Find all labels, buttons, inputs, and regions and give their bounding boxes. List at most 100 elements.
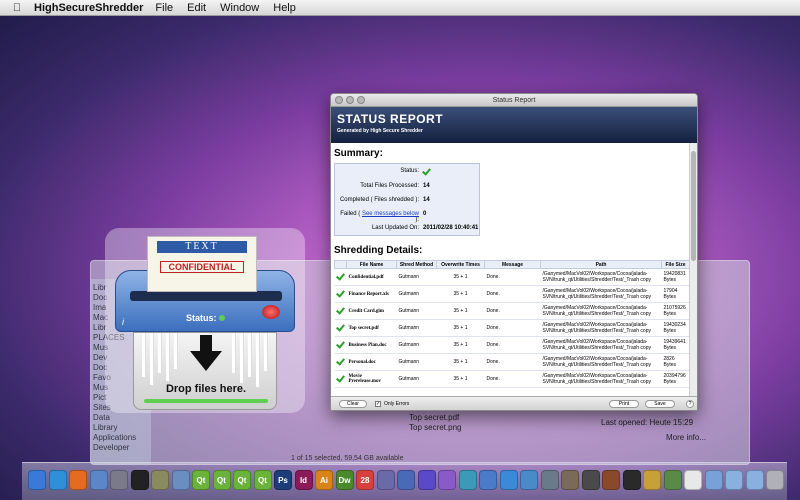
col-path[interactable]: Path — [540, 260, 662, 269]
qt-icon[interactable]: Qt — [253, 470, 272, 490]
app-icon[interactable] — [417, 470, 436, 490]
terminal-icon[interactable] — [130, 470, 149, 490]
editor-icon[interactable] — [151, 470, 169, 490]
report-titlebar[interactable]: Status Report — [331, 94, 697, 107]
app-icon[interactable] — [704, 470, 723, 490]
finder-file-top-secret-pdf[interactable]: Top secret.pdf — [409, 413, 459, 422]
app-icon[interactable] — [561, 470, 579, 490]
safari-icon[interactable] — [48, 470, 67, 490]
scrollbar-thumb[interactable] — [691, 151, 696, 261]
help-button[interactable]: ? — [686, 400, 694, 408]
close-icon[interactable] — [335, 96, 343, 104]
app-icon[interactable] — [540, 470, 559, 490]
itunes-icon[interactable] — [499, 470, 518, 490]
table-row[interactable]: Top secret.pdf Gutmann 35 + 1 Done./Ganymed… — [334, 319, 689, 337]
table-row[interactable]: Confidential.pdf Gutmann 35 + 1 Done./Ganym… — [334, 268, 689, 286]
cell-overwrite-times: 35 + 1 — [436, 285, 485, 303]
cell-path: /Ganymed/MacVol02/Workspace/Cocoa/jalada… — [540, 268, 662, 286]
report-scrollbar[interactable] — [689, 143, 697, 396]
app-icon[interactable] — [479, 470, 497, 490]
system-icon[interactable] — [110, 470, 128, 490]
col-message[interactable]: Message — [484, 260, 541, 269]
dock: Qt Qt Qt Qt Ps Id Ai Dw 28 — [22, 462, 787, 500]
cell-file-size: 20394796 Bytes — [661, 370, 689, 388]
app-icon[interactable] — [602, 470, 620, 490]
xcode-icon[interactable] — [171, 470, 190, 490]
finder-sidebar-item[interactable]: Library — [93, 423, 117, 432]
photoshop-icon[interactable]: Ps — [274, 470, 292, 490]
menu-help[interactable]: Help — [273, 2, 296, 14]
indesign-icon[interactable]: Id — [294, 470, 313, 490]
only-errors-checkbox[interactable]: ✓ — [375, 401, 381, 407]
qt-icon[interactable]: Qt — [233, 470, 251, 490]
table-row[interactable]: Credit Card.gim Gutmann 35 + 1 Done./Ganyme… — [334, 302, 689, 320]
calendar-icon[interactable]: 28 — [356, 470, 374, 490]
cell-shred-method: Gutmann — [396, 336, 437, 354]
finder-more-info[interactable]: More info... — [666, 433, 706, 442]
app-icon[interactable] — [643, 470, 661, 490]
summary-updated-label: Last Updated On: — [371, 225, 419, 231]
finder-sidebar-item[interactable]: Data — [93, 413, 110, 422]
shredder-drop-target[interactable]: Status: i TEXT CONFIDENTIAL Drop files h… — [115, 236, 295, 410]
app-icon[interactable] — [581, 470, 600, 490]
clear-button[interactable]: Clear — [339, 400, 367, 408]
finder-icon[interactable] — [28, 470, 46, 490]
trash-icon[interactable] — [766, 470, 784, 490]
check-icon — [337, 358, 346, 365]
app-icon[interactable] — [663, 470, 682, 490]
menu-edit[interactable]: Edit — [187, 2, 206, 14]
table-row[interactable]: Finance Report.xls Gutmann 35 + 1 Done./Gan… — [334, 285, 689, 303]
menu-app-name[interactable]: HighSecureShredder — [34, 2, 143, 14]
finder-sidebar-item[interactable]: Developer — [93, 443, 129, 452]
cell-overwrite-times: 35 + 1 — [436, 336, 485, 354]
cell-overwrite-times: 35 + 1 — [436, 353, 485, 371]
col-file-name[interactable]: File Name — [346, 260, 397, 269]
table-row[interactable]: Business Plan.doc Gutmann 35 + 1 Done./Gany… — [334, 336, 689, 354]
app-icon[interactable] — [376, 470, 395, 490]
report-content[interactable]: Summary: Status: Total Files Processed: … — [331, 143, 689, 396]
save-button[interactable]: Save — [645, 400, 675, 408]
status-led-icon — [219, 315, 225, 321]
cell-message: Done. — [484, 268, 541, 286]
menu-file[interactable]: File — [155, 2, 173, 14]
app-icon[interactable] — [458, 470, 477, 490]
app-icon[interactable] — [438, 470, 456, 490]
qt-icon[interactable]: Qt — [192, 470, 210, 490]
firefox-icon[interactable] — [69, 470, 87, 490]
col-shred-method[interactable]: Shred Method — [396, 260, 437, 269]
app-icon[interactable] — [684, 470, 702, 490]
menu-window[interactable]: Window — [220, 2, 259, 14]
finder-file-top-secret-png[interactable]: Top secret.png — [409, 423, 461, 432]
finder-sidebar-item[interactable]: Applications — [93, 433, 136, 442]
zoom-icon[interactable] — [357, 96, 365, 104]
check-icon — [337, 375, 346, 382]
app-icon[interactable] — [622, 470, 641, 490]
app-icon[interactable] — [397, 470, 415, 490]
cell-message: Done. — [484, 336, 541, 354]
app-icon[interactable] — [520, 470, 538, 490]
illustrator-icon[interactable]: Ai — [315, 470, 333, 490]
shred-button[interactable] — [262, 305, 280, 319]
cell-path: /Ganymed/MacVol02/Workspace/Cocoa/jalada… — [540, 285, 662, 303]
print-button[interactable]: Print — [609, 400, 639, 408]
cell-path: /Ganymed/MacVol02/Workspace/Cocoa/jalada… — [540, 336, 662, 354]
table-row[interactable]: Movie Prerelease.mov Gutmann 35 + 1 Done./G… — [334, 370, 689, 388]
dreamweaver-icon[interactable]: Dw — [335, 470, 354, 490]
info-icon[interactable]: i — [122, 317, 124, 327]
col-file-size[interactable]: File Size — [661, 260, 689, 269]
mail-icon[interactable] — [89, 470, 108, 490]
table-row[interactable]: Personal.doc Gutmann 35 + 1 Done./Ganymed/M… — [334, 353, 689, 371]
paper-stamp: CONFIDENTIAL — [160, 261, 244, 273]
apple-icon[interactable]:  — [6, 2, 28, 14]
summary-updated-value: 2011/02/28 10:40:41 — [423, 225, 479, 231]
see-messages-link[interactable]: See messages below — [362, 211, 419, 217]
folder-icon[interactable] — [745, 470, 764, 490]
col-overwrite-times[interactable]: Overwrite Times — [436, 260, 485, 269]
cell-shred-method: Gutmann — [396, 370, 437, 388]
qt-icon[interactable]: Qt — [212, 470, 231, 490]
cell-path: /Ganymed/MacVol02/Workspace/Cocoa/jalada… — [540, 370, 662, 388]
cell-file-size: 2826 Bytes — [661, 353, 689, 371]
minimize-icon[interactable] — [346, 96, 354, 104]
details-table: File Name Shred Method Overwrite Times M… — [334, 260, 689, 388]
folder-icon[interactable] — [725, 470, 743, 490]
